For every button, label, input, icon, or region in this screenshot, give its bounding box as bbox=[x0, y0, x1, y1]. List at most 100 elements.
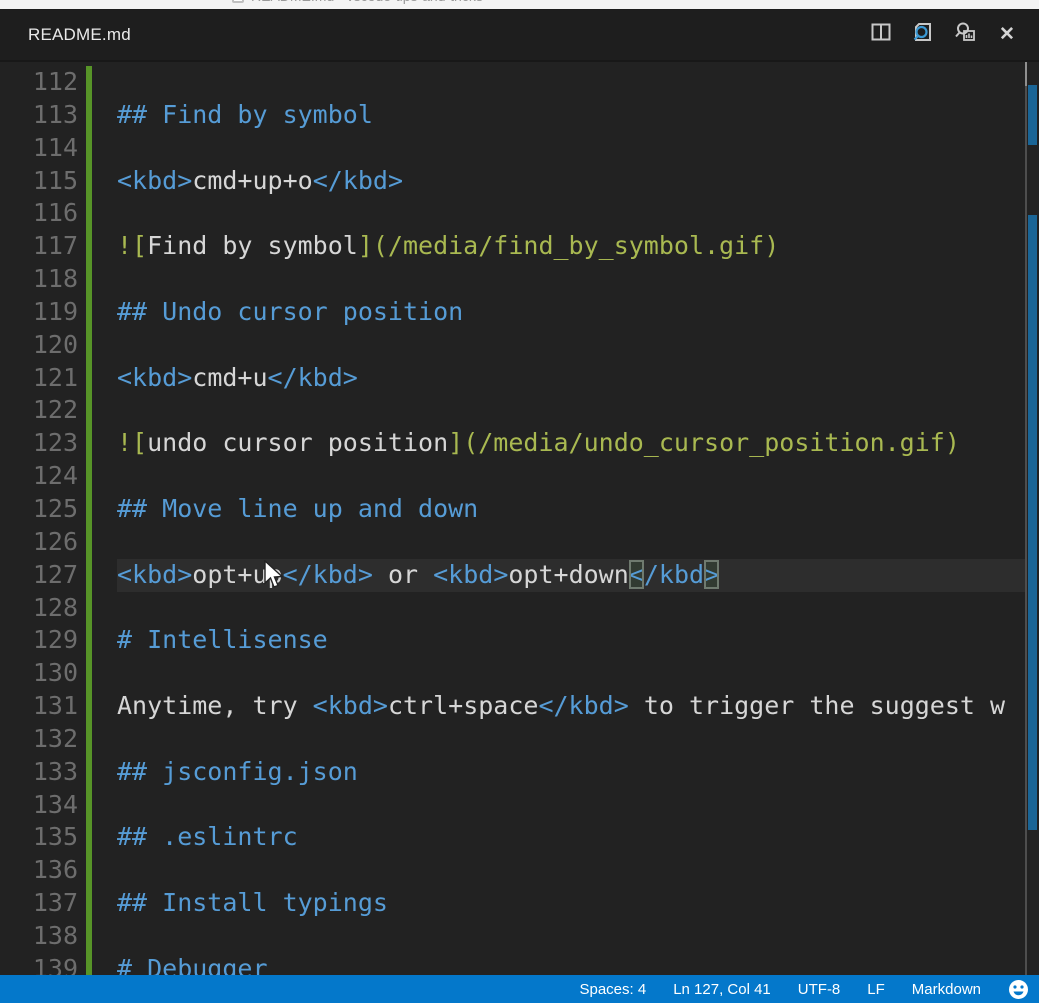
git-gutter-added-indicator[interactable] bbox=[86, 887, 92, 920]
git-gutter-added-indicator[interactable] bbox=[86, 460, 92, 493]
split-editor-button[interactable] bbox=[865, 19, 897, 51]
line-number[interactable]: 123 bbox=[0, 427, 78, 460]
code-line-130[interactable]: 130 bbox=[0, 657, 1039, 690]
line-number[interactable]: 119 bbox=[0, 296, 78, 329]
line-number[interactable]: 113 bbox=[0, 99, 78, 132]
git-gutter-added-indicator[interactable] bbox=[86, 132, 92, 165]
overview-ruler-scrollbar[interactable] bbox=[1025, 62, 1039, 975]
git-gutter-added-indicator[interactable] bbox=[86, 559, 92, 592]
git-gutter-added-indicator[interactable] bbox=[86, 165, 92, 198]
line-number[interactable]: 114 bbox=[0, 132, 78, 165]
line-number[interactable]: 124 bbox=[0, 460, 78, 493]
code-line-117[interactable]: 117![Find by symbol](/media/find_by_symb… bbox=[0, 230, 1039, 263]
line-number[interactable]: 132 bbox=[0, 723, 78, 756]
code-line-127[interactable]: 127<kbd>opt+up</kbd> or <kbd>opt+down</k… bbox=[0, 559, 1025, 592]
status-item-markdown[interactable]: Markdown bbox=[912, 981, 981, 998]
code-text: ![undo cursor position](/media/undo_curs… bbox=[117, 427, 1039, 460]
git-gutter-added-indicator[interactable] bbox=[86, 690, 92, 723]
code-line-132[interactable]: 132 bbox=[0, 723, 1039, 756]
code-line-119[interactable]: 119## Undo cursor position bbox=[0, 296, 1039, 329]
line-number[interactable]: 129 bbox=[0, 624, 78, 657]
code-line-122[interactable]: 122 bbox=[0, 394, 1039, 427]
status-item-spaces-4[interactable]: Spaces: 4 bbox=[579, 981, 646, 998]
git-gutter-added-indicator[interactable] bbox=[86, 592, 92, 625]
git-gutter-added-indicator[interactable] bbox=[86, 526, 92, 559]
code-line-135[interactable]: 135## .eslintrc bbox=[0, 821, 1039, 854]
git-gutter-added-indicator[interactable] bbox=[86, 821, 92, 854]
git-gutter-added-indicator[interactable] bbox=[86, 723, 92, 756]
code-line-120[interactable]: 120 bbox=[0, 329, 1039, 362]
line-number[interactable]: 121 bbox=[0, 362, 78, 395]
git-gutter-added-indicator[interactable] bbox=[86, 920, 92, 953]
code-line-115[interactable]: 115<kbd>cmd+up+o</kbd> bbox=[0, 165, 1039, 198]
ruler-mark-1 bbox=[1028, 215, 1037, 830]
git-gutter-added-indicator[interactable] bbox=[86, 230, 92, 263]
git-gutter-added-indicator[interactable] bbox=[86, 427, 92, 460]
line-number[interactable]: 137 bbox=[0, 887, 78, 920]
code-line-118[interactable]: 118 bbox=[0, 263, 1039, 296]
line-number[interactable]: 112 bbox=[0, 66, 78, 99]
git-gutter-added-indicator[interactable] bbox=[86, 263, 92, 296]
line-number[interactable]: 133 bbox=[0, 756, 78, 789]
status-item-lf[interactable]: LF bbox=[867, 981, 885, 998]
code-line-114[interactable]: 114 bbox=[0, 132, 1039, 165]
git-gutter-added-indicator[interactable] bbox=[86, 854, 92, 887]
git-gutter-added-indicator[interactable] bbox=[86, 394, 92, 427]
line-number[interactable]: 138 bbox=[0, 920, 78, 953]
line-number[interactable]: 117 bbox=[0, 230, 78, 263]
git-gutter-added-indicator[interactable] bbox=[86, 657, 92, 690]
code-line-125[interactable]: 125## Move line up and down bbox=[0, 493, 1039, 526]
git-gutter-added-indicator[interactable] bbox=[86, 624, 92, 657]
git-gutter-added-indicator[interactable] bbox=[86, 756, 92, 789]
line-number[interactable]: 135 bbox=[0, 821, 78, 854]
line-number[interactable]: 128 bbox=[0, 592, 78, 625]
code-line-121[interactable]: 121<kbd>cmd+u</kbd> bbox=[0, 362, 1039, 395]
status-item-utf-8[interactable]: UTF-8 bbox=[798, 981, 841, 998]
line-number[interactable]: 126 bbox=[0, 526, 78, 559]
line-number[interactable]: 116 bbox=[0, 197, 78, 230]
code-line-124[interactable]: 124 bbox=[0, 460, 1039, 493]
code-line-126[interactable]: 126 bbox=[0, 526, 1039, 559]
git-gutter-added-indicator[interactable] bbox=[86, 493, 92, 526]
line-number[interactable]: 125 bbox=[0, 493, 78, 526]
tab-readme[interactable]: README.md bbox=[28, 25, 131, 45]
code-line-134[interactable]: 134 bbox=[0, 789, 1039, 822]
git-gutter-added-indicator[interactable] bbox=[86, 296, 92, 329]
line-number[interactable]: 127 bbox=[0, 559, 78, 592]
line-number[interactable]: 136 bbox=[0, 854, 78, 887]
git-gutter-added-indicator[interactable] bbox=[86, 362, 92, 395]
git-gutter-added-indicator[interactable] bbox=[86, 99, 92, 132]
line-number[interactable]: 134 bbox=[0, 789, 78, 822]
git-gutter-added-indicator[interactable] bbox=[86, 789, 92, 822]
code-line-129[interactable]: 129# Intellisense bbox=[0, 624, 1039, 657]
git-gutter-added-indicator[interactable] bbox=[86, 953, 92, 975]
open-preview-side-button[interactable] bbox=[949, 19, 981, 51]
feedback-smiley-icon[interactable] bbox=[1008, 979, 1029, 1000]
mac-window-titlebar: README.md - vscode-tips-and-tricks bbox=[0, 0, 1039, 9]
line-number[interactable]: 130 bbox=[0, 657, 78, 690]
git-gutter-added-indicator[interactable] bbox=[86, 197, 92, 230]
code-line-116[interactable]: 116 bbox=[0, 197, 1039, 230]
line-number[interactable]: 122 bbox=[0, 394, 78, 427]
line-number[interactable]: 115 bbox=[0, 165, 78, 198]
line-number[interactable]: 118 bbox=[0, 263, 78, 296]
code-line-131[interactable]: 131Anytime, try <kbd>ctrl+space</kbd> to… bbox=[0, 690, 1039, 723]
code-line-139[interactable]: 139# Debugger bbox=[0, 953, 1039, 975]
code-line-112[interactable]: 112 bbox=[0, 66, 1039, 99]
code-line-128[interactable]: 128 bbox=[0, 592, 1039, 625]
status-item-ln-127-col-41[interactable]: Ln 127, Col 41 bbox=[673, 981, 771, 998]
code-line-138[interactable]: 138 bbox=[0, 920, 1039, 953]
editor-pane[interactable]: 112113## Find by symbol114115<kbd>cmd+up… bbox=[0, 62, 1039, 975]
code-line-137[interactable]: 137## Install typings bbox=[0, 887, 1039, 920]
code-line-123[interactable]: 123 ![undo cursor position](/media/undo_c… bbox=[0, 427, 1039, 460]
git-gutter-added-indicator[interactable] bbox=[86, 329, 92, 362]
close-editor-button[interactable]: ✕ bbox=[991, 19, 1023, 51]
code-line-113[interactable]: 113## Find by symbol bbox=[0, 99, 1039, 132]
open-preview-button[interactable] bbox=[907, 19, 939, 51]
line-number[interactable]: 120 bbox=[0, 329, 78, 362]
code-line-136[interactable]: 136 bbox=[0, 854, 1039, 887]
line-number[interactable]: 131 bbox=[0, 690, 78, 723]
git-gutter-added-indicator[interactable] bbox=[86, 66, 92, 99]
line-number[interactable]: 139 bbox=[0, 953, 78, 975]
code-line-133[interactable]: 133## jsconfig.json bbox=[0, 756, 1039, 789]
